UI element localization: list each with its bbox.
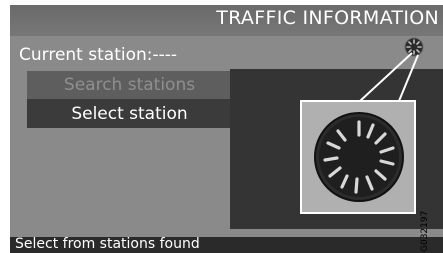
search-stations-menu-item[interactable]: Search stations bbox=[27, 71, 232, 99]
loading-spinner-icon bbox=[314, 112, 404, 202]
current-station-label: Current station:---- bbox=[19, 45, 178, 65]
title-bar: TRAFFIC INFORMATION bbox=[10, 5, 443, 36]
loading-spinner-icon bbox=[404, 37, 424, 57]
screen-title: TRAFFIC INFORMATION bbox=[216, 7, 439, 29]
status-bar: Select from stations found bbox=[10, 236, 443, 253]
select-station-label: Select station bbox=[71, 103, 188, 124]
figure-code: G032197 bbox=[420, 210, 430, 252]
zoomed-indicator-box bbox=[300, 100, 416, 214]
select-station-menu-item[interactable]: Select station bbox=[27, 99, 232, 128]
search-stations-label: Search stations bbox=[63, 75, 196, 95]
figure-code-wrap: G032197 bbox=[420, 210, 434, 252]
status-text: Select from stations found bbox=[15, 236, 200, 252]
